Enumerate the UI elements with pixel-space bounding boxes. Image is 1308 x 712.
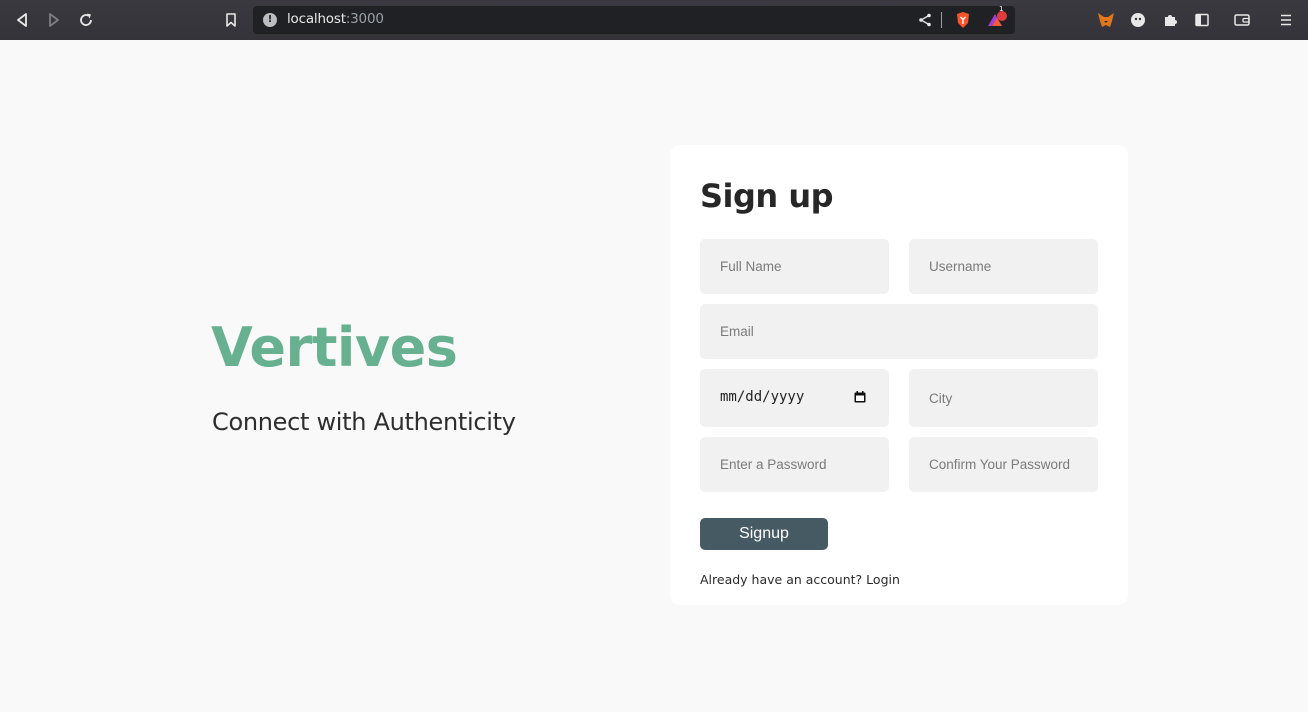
share-icon[interactable] — [913, 8, 937, 32]
signup-button[interactable]: Signup — [700, 518, 828, 550]
confirm-password-input[interactable] — [909, 437, 1098, 492]
calendar-icon[interactable] — [854, 391, 866, 403]
sidebar-icon[interactable] — [1190, 8, 1214, 32]
site-info-icon[interactable]: ! — [263, 13, 277, 27]
login-prompt-line: Already have an account? Login — [700, 572, 900, 587]
browser-toolbar: ! localhost:3000 1 — [0, 0, 1308, 40]
wallet-icon[interactable] — [1230, 8, 1254, 32]
brave-shields-icon[interactable] — [951, 8, 975, 32]
extensions-puzzle-icon[interactable] — [1158, 8, 1182, 32]
tagline: Connect with Authenticity — [212, 408, 516, 436]
login-link[interactable]: Login — [866, 572, 900, 587]
signup-card: Sign up mm/dd/yyyy Signup Already have a… — [670, 145, 1128, 605]
menu-icon[interactable] — [1274, 8, 1298, 32]
date-placeholder: mm/dd/yyyy — [720, 389, 805, 405]
email-input[interactable] — [700, 304, 1098, 359]
full-name-input[interactable] — [700, 239, 889, 294]
brave-rewards-icon[interactable]: 1 — [985, 5, 1009, 32]
login-prompt-text: Already have an account? — [700, 572, 863, 587]
url-separator — [941, 12, 942, 28]
url-port: :3000 — [345, 11, 384, 27]
bookmark-icon[interactable] — [219, 8, 243, 32]
username-input[interactable] — [909, 239, 1098, 294]
address-bar[interactable]: ! localhost:3000 1 — [253, 5, 1015, 34]
reload-icon[interactable] — [74, 8, 98, 32]
forward-icon[interactable] — [42, 8, 66, 32]
birth-date-input[interactable]: mm/dd/yyyy — [700, 369, 889, 427]
metamask-fox-icon[interactable] — [1094, 8, 1118, 32]
notification-badge: 1 — [999, 5, 1004, 13]
brand-name: Vertives — [211, 316, 458, 379]
form-title: Sign up — [700, 177, 834, 215]
url-host: localhost — [287, 11, 346, 27]
city-input[interactable] — [909, 369, 1098, 427]
extension-globe-icon[interactable] — [1126, 8, 1150, 32]
url-text[interactable]: localhost:3000 — [287, 11, 384, 27]
back-icon[interactable] — [10, 8, 34, 32]
password-input[interactable] — [700, 437, 889, 492]
